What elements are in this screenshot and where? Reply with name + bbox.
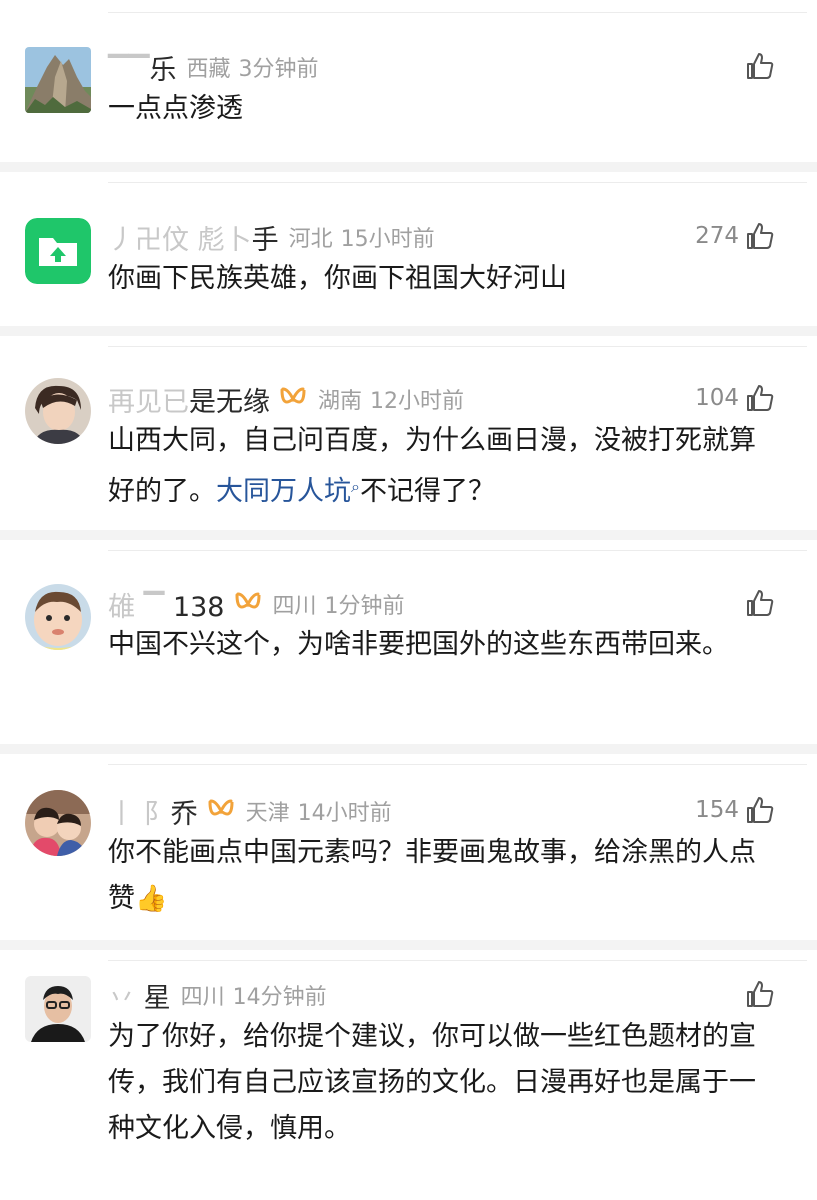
comment-card: 䧺 ▔ 138 四川 1分钟前 中国不兴这个，为啥非要把国外的这些东西带回来。 [0, 540, 817, 744]
like-button[interactable]: 274 [695, 219, 775, 253]
divider [108, 550, 807, 551]
thumbs-up-icon [747, 53, 774, 79]
comment-text: 为了你好，给你提个建议，你可以做一些红色题材的宣传，我们有自己应该宣扬的文化。日… [108, 1021, 756, 1144]
comment-card: 丿卍伩 彪卜手 河北 15小时前 274 你画下民族英雄，你画下祖国大好河山 [0, 172, 817, 326]
comment-text: 你画下民族英雄，你画下祖国大好河山 [108, 263, 567, 294]
comment-card: 再见已是无缘 湖南 12小时前 104 山西大同，自己问百度，为什么画日漫，没被… [0, 336, 817, 530]
vip-badge-icon [278, 384, 308, 414]
location-label: 四川 [272, 594, 317, 619]
location-label: 河北 [288, 227, 333, 252]
baby-avatar[interactable] [25, 584, 91, 650]
timestamp: 1分钟前 [324, 594, 405, 619]
like-button[interactable] [739, 977, 775, 1011]
thumbs-up-icon [747, 590, 774, 616]
username[interactable]: 丿卍伩 彪卜手 [108, 218, 279, 257]
divider [108, 346, 807, 347]
like-count: 274 [695, 223, 739, 249]
username[interactable]: ▔▔乐 [108, 48, 177, 87]
comment-card: 丨 阝乔 天津 14小时前 154 你不能画点中国元素吗？非要画鬼故事，给涂黑的… [0, 754, 817, 940]
like-button[interactable] [739, 49, 775, 83]
username[interactable]: 丷 星 [108, 976, 171, 1015]
comment-meta: 丨 阝乔 天津 14小时前 [108, 792, 392, 831]
like-count: 104 [695, 385, 739, 411]
comment-meta: 䧺 ▔ 138 四川 1分钟前 [108, 585, 405, 624]
like-button[interactable] [739, 586, 775, 620]
location-label: 西藏 [186, 57, 231, 82]
divider [108, 12, 807, 13]
card-separator [0, 744, 817, 754]
like-count: 154 [695, 797, 739, 823]
folder-app-avatar[interactable] [25, 218, 91, 284]
comment-card: ▔▔乐 西藏 3分钟前 一点点渗透 [0, 0, 817, 162]
username[interactable]: 䧺 ▔ 138 [108, 585, 225, 624]
like-button[interactable]: 154 [695, 793, 775, 827]
comment-text-part: 不记得了？ [359, 476, 495, 507]
location-label: 湖南 [318, 389, 363, 414]
like-button[interactable]: 104 [695, 381, 775, 415]
username[interactable]: 再见已是无缘 [108, 380, 270, 419]
card-separator [0, 530, 817, 540]
timestamp: 14小时前 [297, 801, 392, 826]
card-separator [0, 162, 817, 172]
kids-avatar[interactable] [25, 790, 91, 856]
comment-text: 一点点渗透 [108, 93, 243, 124]
person-avatar[interactable] [25, 378, 91, 444]
vip-badge-icon [233, 589, 263, 619]
timestamp: 15小时前 [340, 227, 435, 252]
mountain-avatar[interactable] [25, 47, 91, 113]
comment-text-part: 你不能画点中国元素吗？非要画鬼故事，给涂黑的人点赞 [108, 837, 756, 914]
topic-link[interactable]: 大同万人坑 [216, 476, 351, 507]
comment-meta: 再见已是无缘 湖南 12小时前 [108, 380, 465, 419]
divider [108, 764, 807, 765]
card-separator [0, 326, 817, 336]
divider [108, 182, 807, 183]
comment-text: 你不能画点中国元素吗？非要画鬼故事，给涂黑的人点赞👍 [108, 830, 768, 922]
location-label: 天津 [245, 801, 290, 826]
man-avatar[interactable] [25, 976, 91, 1042]
search-icon[interactable]: ⌕ [351, 477, 360, 496]
comment-meta: 丷 星 四川 14分钟前 [108, 976, 327, 1015]
vip-badge-icon [206, 796, 236, 826]
timestamp: 12小时前 [370, 389, 465, 414]
comment-text: 山西大同，自己问百度，为什么画日漫，没被打死就算好的了。大同万人坑⌕不记得了？ [108, 418, 768, 515]
timestamp: 3分钟前 [238, 57, 319, 82]
comment-card: 丷 星 四川 14分钟前 为了你好，给你提个建议，你可以做一些红色题材的宣传，我… [0, 950, 817, 1200]
thumbs-up-emoji-icon: 👍 [135, 884, 168, 914]
thumbs-up-icon [747, 797, 774, 823]
location-label: 四川 [180, 985, 225, 1010]
divider [108, 960, 807, 961]
thumbs-up-icon [747, 981, 774, 1007]
comment-meta: 丿卍伩 彪卜手 河北 15小时前 [108, 218, 435, 257]
timestamp: 14分钟前 [232, 985, 327, 1010]
comment-text: 中国不兴这个，为啥非要把国外的这些东西带回来。 [108, 629, 729, 660]
comment-meta: ▔▔乐 西藏 3分钟前 [108, 48, 319, 87]
card-separator [0, 940, 817, 950]
thumbs-up-icon [747, 385, 774, 411]
thumbs-up-icon [747, 223, 774, 249]
username[interactable]: 丨 阝乔 [108, 792, 198, 831]
